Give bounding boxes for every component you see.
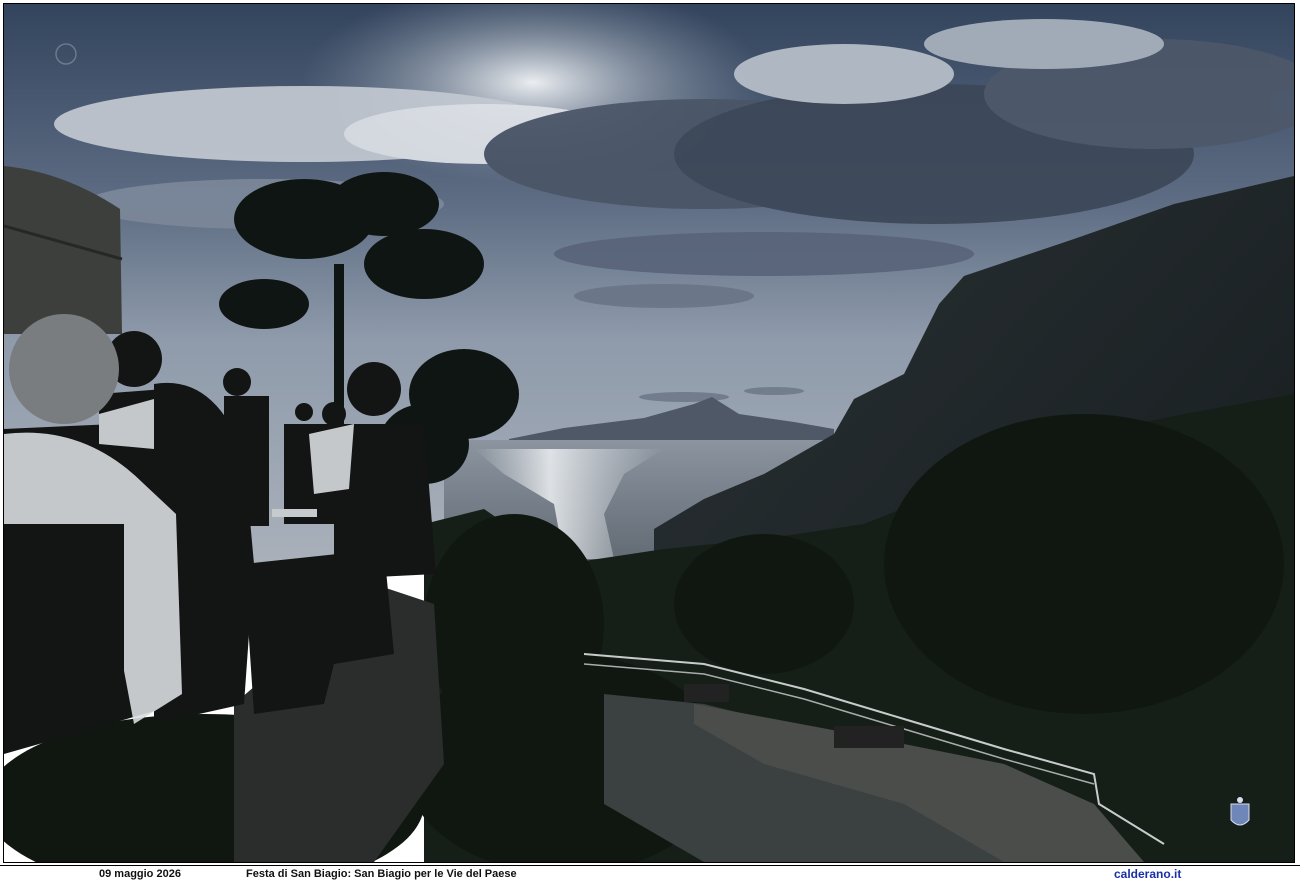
site-link[interactable]: calderano.it: [1114, 867, 1181, 881]
caption-date: 09 maggio 2026: [99, 868, 181, 880]
photo-frame: 09 maggio 2026 Festa di San Biagio: San …: [0, 0, 1300, 883]
caption-bar: 09 maggio 2026 Festa di San Biagio: San …: [0, 865, 1300, 883]
caption-title: Festa di San Biagio: San Biagio per le V…: [246, 868, 517, 880]
phone-screen: [272, 509, 317, 517]
photo-border: [3, 3, 1295, 863]
photograph: [4, 4, 1294, 862]
bench: [834, 726, 904, 748]
